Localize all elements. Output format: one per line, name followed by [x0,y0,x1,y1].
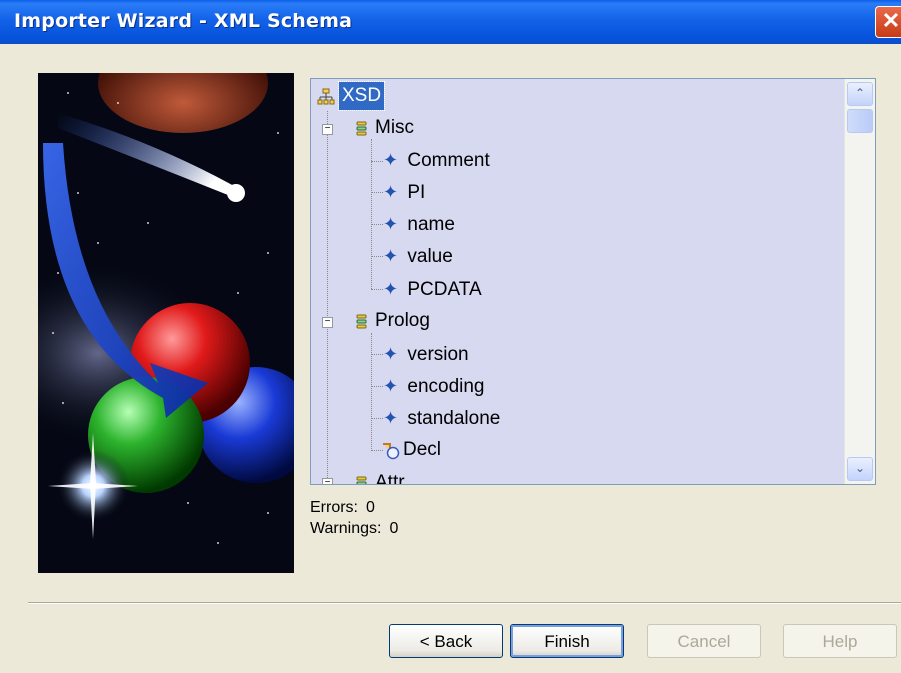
tree-node-value[interactable]: ✦ value [383,242,453,270]
tree-node-label: standalone [407,408,501,429]
tree-node-label: Comment [407,150,490,171]
schema-tree-panel[interactable]: XSD − Misc ✦ Comment ✦ PI ✦ name ✦ value… [310,78,876,485]
tree-node-misc[interactable]: Misc [353,114,414,142]
attribute-diamond-icon: ✦ [383,246,399,266]
attribute-diamond-icon: ✦ [383,214,399,234]
space-spheres-illustration [38,73,294,573]
close-button[interactable]: ✕ [875,6,901,38]
tree-node-label: PI [407,182,426,203]
tree-node-prolog[interactable]: Prolog [353,307,430,335]
tree-node-label: Prolog [375,310,430,331]
element-group-icon [353,474,371,484]
collapse-misc-toggle[interactable]: − [322,124,333,135]
tree-node-root[interactable]: XSD [317,81,386,111]
schema-tree[interactable]: XSD − Misc ✦ Comment ✦ PI ✦ name ✦ value… [311,79,844,484]
tree-node-pcdata[interactable]: ✦ PCDATA [383,275,482,303]
scroll-up-button[interactable]: ⌃ [847,82,873,106]
attribute-diamond-icon: ✦ [383,344,399,364]
errors-line: Errors: 0 [310,497,398,518]
warnings-count: 0 [389,520,399,537]
errors-count: 0 [366,499,375,516]
collapse-attr-toggle[interactable]: − [322,478,333,484]
help-button[interactable]: Help [783,624,897,658]
attribute-diamond-icon: ✦ [383,182,399,202]
warnings-label: Warnings: [310,520,382,537]
cancel-button[interactable]: Cancel [647,624,761,658]
tree-node-label: PCDATA [407,279,482,300]
tree-node-standalone[interactable]: ✦ standalone [383,404,500,432]
tree-node-name[interactable]: ✦ name [383,210,455,238]
tree-node-label: name [407,214,455,235]
declaration-icon [381,441,400,460]
attribute-diamond-icon: ✦ [383,408,399,428]
scroll-down-button[interactable]: ⌄ [847,457,873,481]
button-separator [28,602,901,604]
scroll-thumb[interactable] [847,109,873,133]
tree-node-pi[interactable]: ✦ PI [383,178,425,206]
element-group-icon [353,312,371,330]
tree-node-label: XSD [337,81,386,111]
validation-status: Errors: 0 Warnings: 0 [310,497,398,539]
tree-node-label: encoding [407,376,485,397]
tree-node-attr[interactable]: Attr [353,469,405,485]
attribute-diamond-icon: ✦ [383,150,399,170]
wizard-banner-image [38,73,294,573]
errors-label: Errors: [310,499,358,516]
back-button[interactable]: < Back [389,624,503,658]
tree-node-decl[interactable]: Decl [383,436,441,464]
window-title: Importer Wizard - XML Schema [14,10,353,32]
tree-node-label: Decl [403,439,442,460]
collapse-prolog-toggle[interactable]: − [322,317,333,328]
tree-node-label: version [407,344,469,365]
tree-node-label: Attr [375,472,405,485]
tree-node-version[interactable]: ✦ version [383,340,469,368]
tree-node-label: value [407,246,453,267]
schema-root-icon [317,87,335,105]
element-group-icon [353,119,371,137]
title-bar: Importer Wizard - XML Schema ✕ [0,0,901,44]
tree-node-comment[interactable]: ✦ Comment [383,146,490,174]
tree-node-encoding[interactable]: ✦ encoding [383,372,485,400]
warnings-line: Warnings: 0 [310,518,398,539]
finish-button[interactable]: Finish [510,624,624,658]
tree-vertical-scrollbar[interactable]: ⌃ ⌄ [844,79,875,484]
tree-node-label: Misc [375,117,415,138]
attribute-diamond-icon: ✦ [383,279,399,299]
attribute-diamond-icon: ✦ [383,376,399,396]
